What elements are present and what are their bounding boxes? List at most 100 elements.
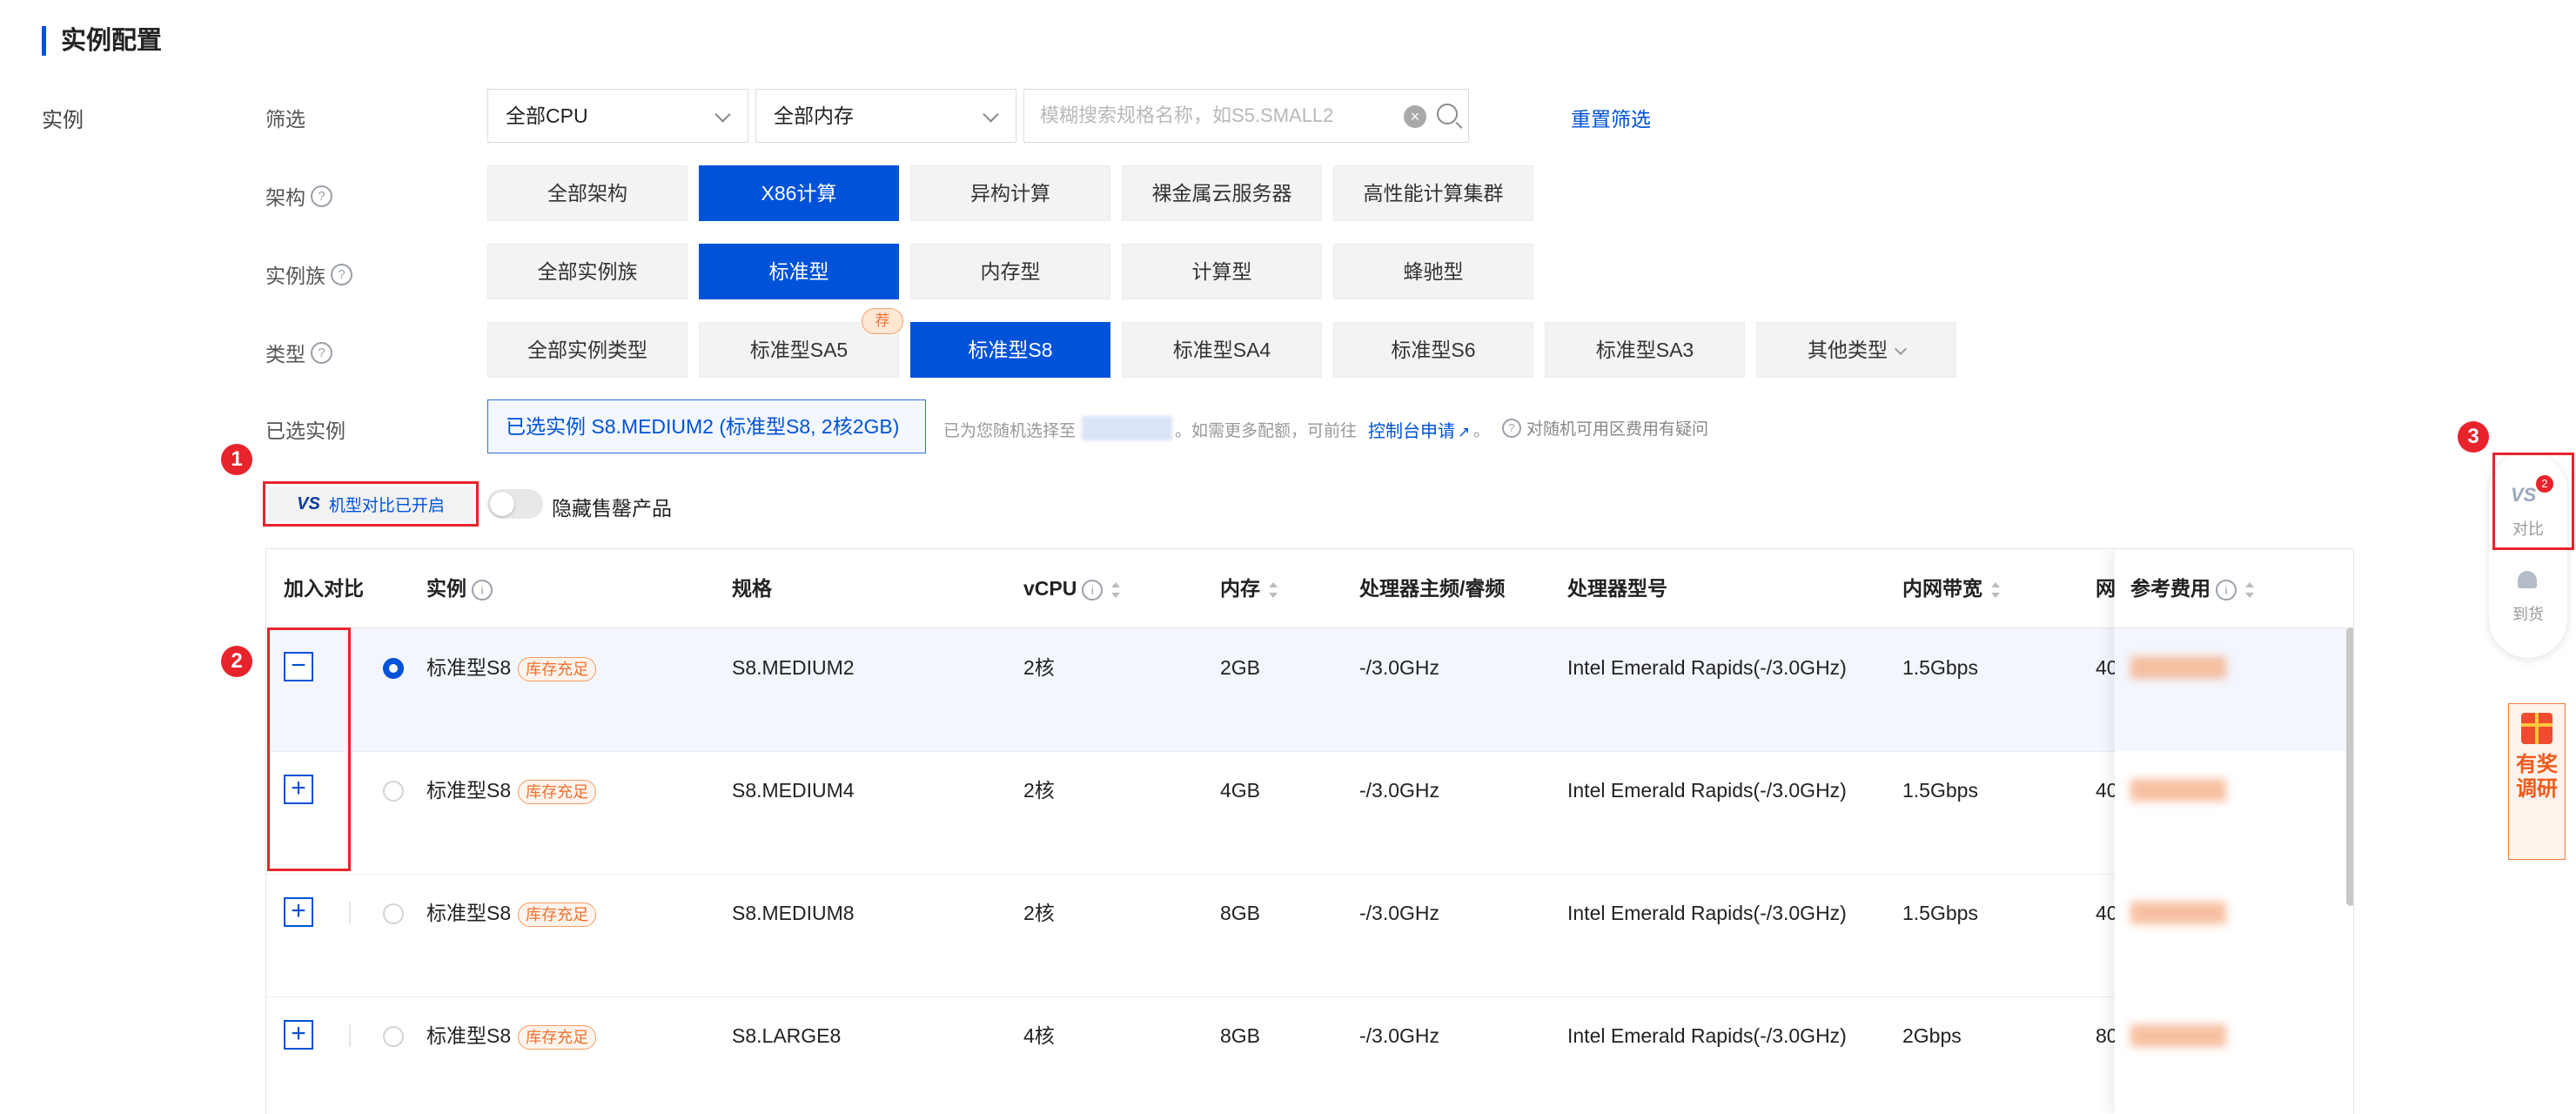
header-bandwidth[interactable]: 内网带宽 (1902, 549, 2000, 627)
hide-sold-out-switch[interactable] (487, 489, 543, 519)
table-row[interactable]: + 标准型S8 库存充足 S8.LARGE8 4核 8GB -/3.0GHz In… (266, 997, 2353, 1114)
help-icon[interactable]: ? (311, 185, 332, 207)
family-option-all[interactable]: 全部实例族 (487, 244, 688, 299)
chevron-down-icon (714, 106, 731, 123)
compare-buttons-highlight (267, 627, 351, 871)
chevron-down-icon (1894, 342, 1908, 356)
arch-option-heterogeneous[interactable]: 异构计算 (910, 165, 1110, 221)
row-frequency: -/3.0GHz (1359, 656, 1440, 679)
table-row[interactable]: − 标准型S8 库存充足 S8.MEDIUM2 2核 2GB -/3.0GHz I… (266, 628, 2353, 752)
type-option-sa3[interactable]: 标准型SA3 (1545, 322, 1745, 378)
side-notify-button[interactable] (2489, 550, 2567, 658)
help-icon[interactable]: ? (331, 263, 352, 285)
row-memory: 8GB (1220, 902, 1261, 924)
type-option-other[interactable]: 其他类型 (1756, 322, 1956, 378)
stock-badge: 库存充足 (518, 656, 597, 681)
blurred-price (2130, 779, 2226, 802)
type-option-sa4[interactable]: 标准型SA4 (1122, 322, 1322, 378)
family-option-memory[interactable]: 内存型 (910, 244, 1110, 299)
arch-option-hpc-cluster[interactable]: 高性能计算集群 (1333, 165, 1533, 221)
row-bandwidth: 1.5Gbps (1902, 902, 1978, 924)
row-spec: S8.MEDIUM2 (732, 656, 855, 679)
annotation-marker-3: 3 (2458, 421, 2489, 453)
quota-note: 。如需更多配额，可前往 (1175, 422, 1358, 440)
filter-label: 筛选 (265, 103, 305, 132)
sort-icon[interactable] (1991, 582, 2000, 598)
vs-icon: VS (297, 493, 320, 513)
stock-badge: 库存充足 (518, 779, 597, 804)
section-title: 实例配置 (61, 27, 163, 55)
type-option-s6[interactable]: 标准型S6 (1333, 322, 1533, 378)
row-family-text: 标准型S8 (426, 656, 512, 679)
type-option-all[interactable]: 全部实例类型 (487, 322, 688, 378)
row-family: 标准型S8 库存充足 (426, 751, 597, 829)
row-family-text: 标准型S8 (426, 1024, 512, 1047)
row-cpu-model: Intel Emerald Rapids(-/3.0GHz) (1567, 1024, 1847, 1047)
cpu-select[interactable]: 全部CPU (487, 89, 748, 143)
help-icon[interactable]: ? (311, 341, 332, 364)
arch-option-all[interactable]: 全部架构 (487, 165, 688, 221)
sort-icon[interactable] (2245, 582, 2254, 598)
info-icon[interactable]: i (472, 579, 493, 601)
arch-option-x86[interactable]: X86计算 (699, 165, 899, 221)
row-frequency: -/3.0GHz (1359, 779, 1440, 802)
header-spec: 规格 (732, 577, 772, 600)
info-icon[interactable]: i (1082, 579, 1104, 601)
type-label: 类型? (265, 338, 332, 367)
sort-icon[interactable] (1111, 582, 1121, 598)
clear-icon[interactable]: × (1404, 105, 1426, 128)
reset-filter-link[interactable]: 重置筛选 (1571, 103, 1651, 132)
row-vcpu: 2核 (1023, 779, 1055, 802)
row-vcpu: 2核 (1023, 902, 1055, 924)
type-option-s8[interactable]: 标准型S8 (910, 322, 1110, 378)
type-label-text: 类型 (265, 343, 305, 366)
row-bandwidth: 2Gbps (1902, 1024, 1962, 1047)
search-icon[interactable] (1437, 104, 1458, 124)
survey-widget[interactable]: 有奖调研 (2508, 703, 2566, 860)
family-option-fengchi[interactable]: 蜂驰型 (1333, 244, 1533, 299)
row-radio[interactable] (383, 1026, 404, 1047)
search-placeholder: 模糊搜索规格名称，如S5.SMALL2 (1040, 104, 1334, 126)
survey-text: 有奖调研 (2516, 753, 2558, 801)
random-zone-question[interactable]: ? 对随机可用区费用有疑问 (1502, 416, 1708, 440)
row-memory: 2GB (1220, 656, 1261, 679)
compare-mode-toggle[interactable]: VS 机型对比已开启 (268, 487, 473, 521)
row-family-text: 标准型S8 (426, 779, 512, 802)
sort-icon[interactable] (1269, 582, 1278, 598)
row-spec: S8.MEDIUM8 (732, 902, 855, 924)
row-radio[interactable] (383, 781, 404, 802)
side-compare-button[interactable] (2489, 453, 2567, 550)
console-apply-link-text: 控制台申请 (1368, 422, 1455, 441)
selected-instance-label-text: 已选实例 (265, 419, 345, 442)
header-instance-text: 实例 (426, 577, 466, 600)
annotation-marker-2: 2 (221, 646, 252, 677)
header-memory[interactable]: 内存 (1220, 549, 1278, 627)
table-row[interactable]: + 标准型S8 库存充足 S8.MEDIUM4 2核 4GB -/3.0GHz I… (266, 751, 2353, 875)
row-radio[interactable] (383, 658, 404, 679)
help-icon: ? (1502, 418, 1521, 438)
info-icon[interactable]: i (2216, 579, 2237, 601)
add-compare-button[interactable]: + (284, 1020, 313, 1050)
console-apply-link[interactable]: 控制台申请 ↗ (1368, 417, 1470, 442)
arch-option-bare-metal[interactable]: 裸金属云服务器 (1122, 165, 1322, 221)
compare-toggle-label: 机型对比已开启 (328, 496, 445, 515)
arch-label: 架构? (265, 181, 332, 211)
random-zone-note-prefix: 已为您随机选择至 (943, 422, 1077, 440)
header-bandwidth-text: 内网带宽 (1902, 577, 1982, 600)
header-vcpu[interactable]: vCPU i (1023, 549, 1121, 627)
add-compare-button[interactable]: + (284, 897, 313, 927)
header-price[interactable]: 参考费用 i (2130, 549, 2254, 627)
row-memory: 4GB (1220, 779, 1261, 802)
table-row[interactable]: + 标准型S8 库存充足 S8.MEDIUM8 2核 8GB -/3.0GHz I… (266, 874, 2353, 997)
family-option-compute[interactable]: 计算型 (1122, 244, 1322, 299)
family-option-standard[interactable]: 标准型 (699, 244, 899, 299)
table-scrollbar[interactable] (2346, 627, 2353, 906)
hide-sold-out-label: 隐藏售罄产品 (552, 497, 672, 520)
row-radio[interactable] (383, 903, 404, 924)
spec-search-input[interactable]: 模糊搜索规格名称，如S5.SMALL2 × (1023, 89, 1469, 143)
row-family: 标准型S8 库存充足 (426, 997, 597, 1075)
stock-badge: 库存充足 (518, 902, 597, 927)
header-cpu-model: 处理器型号 (1567, 577, 1667, 600)
blurred-price (2130, 656, 2226, 679)
memory-select[interactable]: 全部内存 (755, 89, 1016, 143)
